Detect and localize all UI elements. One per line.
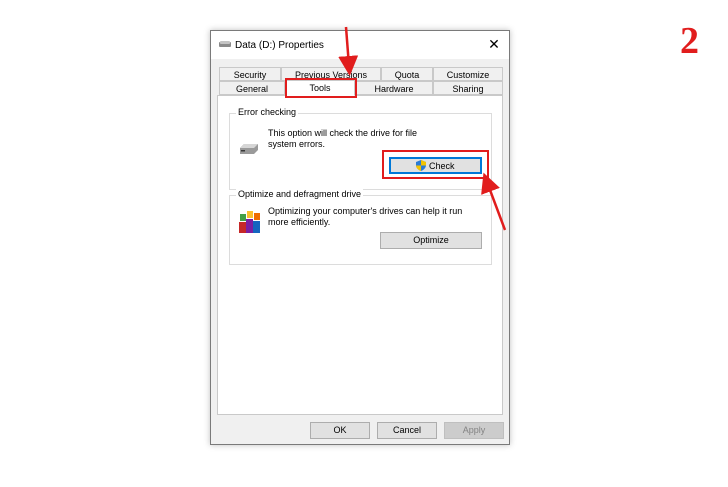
hard-drive-icon <box>240 144 258 154</box>
check-button-highlight <box>382 150 489 179</box>
optimize-description-2: more efficiently. <box>268 217 331 227</box>
close-button[interactable]: ✕ <box>481 33 507 55</box>
error-checking-description-2: system errors. <box>268 139 326 149</box>
tab-hardware[interactable]: Hardware <box>355 81 433 95</box>
title-bar: Data (D:) Properties ✕ <box>211 31 509 59</box>
optimize-title: Optimize and defragment drive <box>236 189 364 199</box>
defragment-icon <box>239 211 260 233</box>
optimize-group: Optimize and defragment drive Optimizing… <box>229 189 492 265</box>
optimize-description-1: Optimizing your computer's drives can he… <box>268 206 463 216</box>
cancel-button[interactable]: Cancel <box>377 422 437 439</box>
tab-general[interactable]: General <box>219 81 285 95</box>
properties-dialog: Data (D:) Properties ✕ Security Previous… <box>210 30 510 445</box>
drive-icon <box>219 41 231 47</box>
apply-button[interactable]: Apply <box>444 422 504 439</box>
window-title: Data (D:) Properties <box>235 40 324 51</box>
tools-tab-highlight <box>285 78 357 98</box>
error-checking-title: Error checking <box>236 107 299 117</box>
optimize-button[interactable]: Optimize <box>380 232 482 249</box>
tab-quota[interactable]: Quota <box>381 67 433 81</box>
step-number: 2 <box>680 20 699 62</box>
tab-customize[interactable]: Customize <box>433 67 503 81</box>
tab-security[interactable]: Security <box>219 67 281 81</box>
tab-sharing[interactable]: Sharing <box>433 81 503 95</box>
error-checking-description-1: This option will check the drive for fil… <box>268 128 418 138</box>
ok-button[interactable]: OK <box>310 422 370 439</box>
tools-panel: Error checking This option will check th… <box>217 95 503 415</box>
